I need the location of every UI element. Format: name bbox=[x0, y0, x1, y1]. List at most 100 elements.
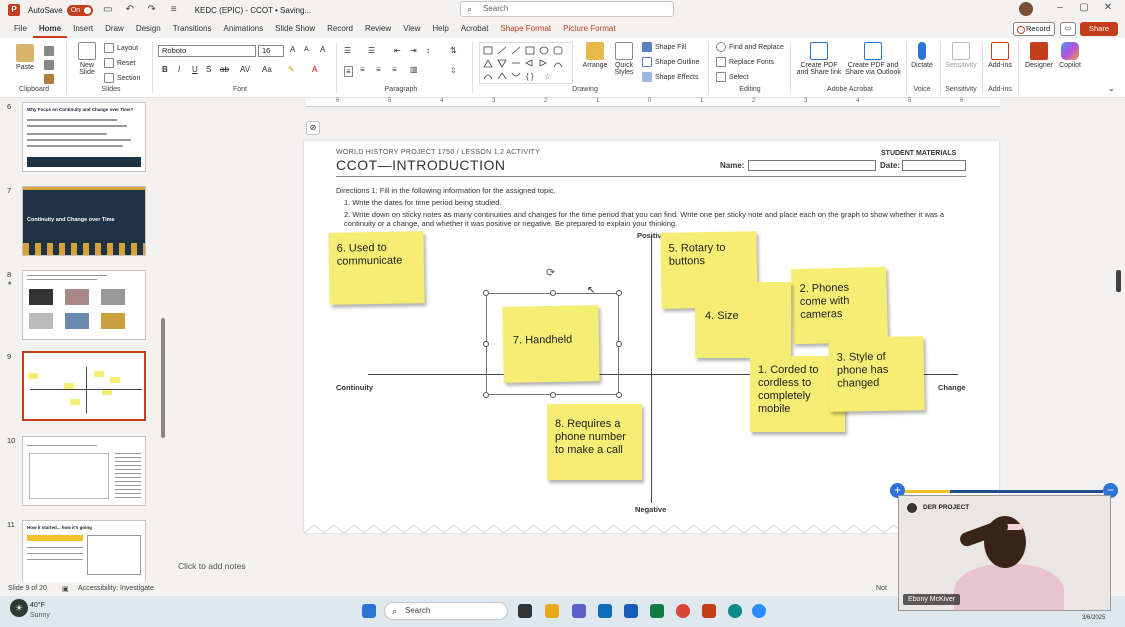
tab-picture-format[interactable]: Picture Format bbox=[557, 20, 621, 38]
clear-format-icon[interactable]: A bbox=[320, 45, 325, 54]
thumbnail-scrollbar[interactable] bbox=[161, 318, 165, 438]
redo-icon[interactable]: ↷ bbox=[145, 3, 159, 17]
tab-insert[interactable]: Insert bbox=[67, 20, 99, 38]
comments-icon[interactable]: ▭ bbox=[1060, 22, 1076, 36]
font-color-icon[interactable]: A bbox=[312, 65, 317, 74]
resize-handle[interactable] bbox=[483, 392, 489, 398]
powerpoint-taskbar-icon[interactable] bbox=[702, 604, 716, 618]
align-text-icon[interactable]: ⇳ bbox=[450, 66, 457, 75]
slide-thumbnail-7[interactable]: Continuity and Change over Time bbox=[22, 186, 146, 256]
task-view-icon[interactable] bbox=[518, 604, 532, 618]
record-button[interactable]: Record bbox=[1013, 22, 1055, 36]
shape-outline-button[interactable]: Shape Outline bbox=[642, 57, 699, 67]
shape-effects-button[interactable]: Shape Effects bbox=[642, 72, 698, 82]
arrange-button[interactable]: Arrange bbox=[582, 42, 608, 69]
strikethrough-icon[interactable]: ab bbox=[220, 65, 229, 74]
increase-font-icon[interactable]: A bbox=[290, 45, 295, 54]
shapes-gallery[interactable]: { } ☆ bbox=[479, 42, 573, 84]
video-call-window[interactable]: DER PROJECT Ebony McKiver bbox=[898, 495, 1111, 611]
font-name-dropdown[interactable]: Roboto bbox=[158, 45, 256, 57]
decrease-font-icon[interactable]: A bbox=[304, 46, 309, 53]
underline-icon[interactable]: U bbox=[192, 65, 198, 74]
designer-suggest-icon[interactable]: ⊘ bbox=[306, 121, 320, 135]
sensitivity-button[interactable]: Sensitivity bbox=[942, 42, 980, 69]
sticky-note-3[interactable]: 3. Style of phone has changed bbox=[828, 336, 925, 412]
slide-thumbnail-9[interactable] bbox=[22, 351, 146, 421]
cut-icon[interactable] bbox=[44, 46, 54, 56]
resize-handle[interactable] bbox=[483, 290, 489, 296]
italic-icon[interactable]: I bbox=[178, 65, 180, 74]
tab-design[interactable]: Design bbox=[130, 20, 167, 38]
sticky-note-4[interactable]: 4. Size bbox=[695, 282, 791, 358]
reset-button[interactable]: Reset bbox=[104, 58, 135, 68]
undo-icon[interactable]: ↶ bbox=[123, 3, 137, 17]
text-direction-icon[interactable]: ⇅ bbox=[450, 46, 457, 55]
notes-toggle[interactable]: Not bbox=[876, 585, 887, 592]
new-slide-button[interactable]: New Slide bbox=[72, 42, 102, 76]
tab-acrobat[interactable]: Acrobat bbox=[455, 20, 495, 38]
columns-icon[interactable]: ▥ bbox=[410, 65, 418, 74]
sticky-note-8[interactable]: 8. Requires a phone number to make a cal… bbox=[547, 404, 642, 480]
tab-record[interactable]: Record bbox=[321, 20, 359, 38]
bold-icon[interactable]: B bbox=[162, 65, 168, 74]
select-button[interactable]: Select bbox=[716, 72, 748, 82]
tab-view[interactable]: View bbox=[397, 20, 426, 38]
sticky-note-7[interactable]: 7. Handheld bbox=[502, 305, 600, 383]
vertical-scrollbar[interactable] bbox=[1116, 270, 1121, 292]
create-pdf-outlook-button[interactable]: Create PDF and Share via Outlook bbox=[844, 42, 902, 76]
file-explorer-icon[interactable] bbox=[545, 604, 559, 618]
section-button[interactable]: Section bbox=[104, 73, 140, 83]
align-center-icon[interactable]: ≡ bbox=[360, 65, 365, 74]
quick-styles-button[interactable]: Quick Styles bbox=[610, 42, 638, 76]
name-field[interactable] bbox=[748, 160, 876, 171]
copy-icon[interactable] bbox=[44, 60, 54, 70]
save-icon[interactable]: ▭ bbox=[101, 3, 115, 17]
highlight-icon[interactable]: ✎ bbox=[288, 65, 295, 74]
tab-draw[interactable]: Draw bbox=[99, 20, 130, 38]
spacing-icon[interactable]: AV bbox=[240, 65, 250, 74]
shape-fill-button[interactable]: Shape Fill bbox=[642, 42, 686, 52]
align-left-icon[interactable]: ≡ bbox=[344, 66, 353, 77]
search-input[interactable]: ⌕ Search bbox=[460, 1, 674, 17]
maximize-icon[interactable]: ▢ bbox=[1074, 2, 1094, 13]
zoom-icon[interactable] bbox=[752, 604, 766, 618]
word-icon[interactable] bbox=[624, 604, 638, 618]
replace-fonts-button[interactable]: Replace Fonts bbox=[716, 57, 774, 67]
layout-button[interactable]: Layout bbox=[104, 43, 138, 53]
date-field[interactable] bbox=[902, 160, 966, 171]
resize-handle[interactable] bbox=[550, 290, 556, 296]
windows-start-icon[interactable] bbox=[362, 604, 376, 618]
create-pdf-share-link-button[interactable]: Create PDF and Share link bbox=[796, 42, 842, 76]
justify-icon[interactable]: ≡ bbox=[392, 65, 397, 74]
sticky-note-2[interactable]: 2. Phones come with cameras bbox=[791, 266, 888, 345]
user-avatar[interactable] bbox=[1019, 2, 1033, 16]
addins-button[interactable]: Add-ins bbox=[986, 42, 1014, 69]
resize-handle[interactable] bbox=[616, 341, 622, 347]
format-painter-icon[interactable] bbox=[44, 74, 54, 84]
chrome-icon[interactable] bbox=[676, 604, 690, 618]
close-icon[interactable]: ✕ bbox=[1098, 2, 1118, 13]
font-size-dropdown[interactable]: 16 bbox=[258, 45, 284, 57]
slide-thumbnail-10[interactable] bbox=[22, 436, 146, 506]
line-spacing-icon[interactable]: ↕ bbox=[426, 46, 430, 55]
rotate-handle-icon[interactable]: ⟳ bbox=[546, 267, 558, 279]
customize-toolbar-icon[interactable]: ≡ bbox=[167, 3, 181, 17]
share-button[interactable]: Share bbox=[1080, 22, 1118, 36]
decrease-indent-icon[interactable]: ⇤ bbox=[394, 46, 401, 55]
tab-file[interactable]: File bbox=[8, 20, 33, 38]
sticky-note-6[interactable]: 6. Used to communicate bbox=[328, 231, 425, 305]
copilot-button[interactable]: Copilot bbox=[1056, 42, 1084, 69]
slide-thumbnail-11[interactable]: How it started... how it's going bbox=[22, 520, 146, 590]
numbering-icon[interactable]: ☰ bbox=[368, 46, 375, 55]
notes-pane[interactable]: Click to add notes bbox=[170, 558, 890, 574]
weather-widget[interactable]: ☀ 40°F Sunny bbox=[10, 599, 70, 625]
resize-handle[interactable] bbox=[483, 341, 489, 347]
shadow-icon[interactable]: S bbox=[206, 65, 211, 74]
tab-transitions[interactable]: Transitions bbox=[167, 20, 218, 38]
tab-slide-show[interactable]: Slide Show bbox=[269, 20, 321, 38]
slide-thumbnail-8[interactable] bbox=[22, 270, 146, 340]
dictate-button[interactable]: Dictate bbox=[908, 42, 936, 69]
excel-icon[interactable] bbox=[650, 604, 664, 618]
designer-button[interactable]: Designer bbox=[1022, 42, 1056, 69]
find-replace-button[interactable]: Find and Replace bbox=[716, 42, 784, 52]
